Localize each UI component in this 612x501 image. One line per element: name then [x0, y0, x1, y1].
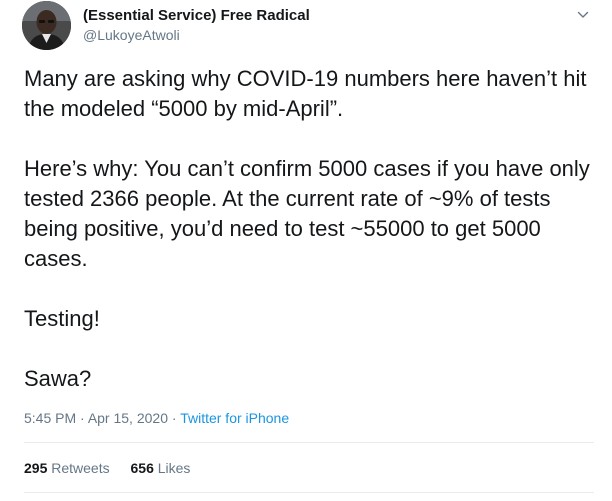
- tweet-paragraph: Here’s why: You can’t confirm 5000 cases…: [24, 156, 590, 271]
- author-display-name[interactable]: (Essential Service) Free Radical: [83, 6, 310, 25]
- tweet-time[interactable]: 5:45 PM: [24, 410, 76, 426]
- tweet-stats: 295 Retweets 656 Likes: [24, 459, 207, 478]
- tweet-metadata: 5:45 PM · Apr 15, 2020 · Twitter for iPh…: [24, 409, 289, 428]
- retweets-count: 295: [24, 460, 48, 476]
- likes-count: 656: [130, 460, 154, 476]
- likes-label: Likes: [157, 460, 191, 476]
- tweet-author: (Essential Service) Free Radical @Lukoye…: [83, 6, 310, 45]
- tweet-paragraph: Many are asking why COVID-19 numbers her…: [24, 66, 587, 121]
- tweet-text: Many are asking why COVID-19 numbers her…: [24, 64, 594, 394]
- avatar[interactable]: [22, 1, 71, 50]
- tweet-card: (Essential Service) Free Radical @Lukoye…: [0, 0, 612, 501]
- tweet-date[interactable]: Apr 15, 2020: [88, 410, 168, 426]
- likes-stat[interactable]: 656 Likes: [131, 459, 191, 478]
- author-handle[interactable]: @LukoyeAtwoli: [83, 26, 310, 45]
- tweet-paragraph: Testing!: [24, 306, 100, 331]
- tweet-source-link[interactable]: Twitter for iPhone: [180, 410, 289, 426]
- avatar-image: [22, 1, 71, 50]
- divider: [24, 492, 594, 493]
- retweets-label: Retweets: [51, 460, 110, 476]
- meta-separator: ·: [76, 410, 88, 426]
- divider: [24, 442, 594, 443]
- retweets-stat[interactable]: 295 Retweets: [24, 459, 110, 478]
- meta-separator: ·: [167, 410, 181, 426]
- tweet-paragraph: Sawa?: [24, 366, 92, 391]
- chevron-down-icon[interactable]: [576, 8, 590, 22]
